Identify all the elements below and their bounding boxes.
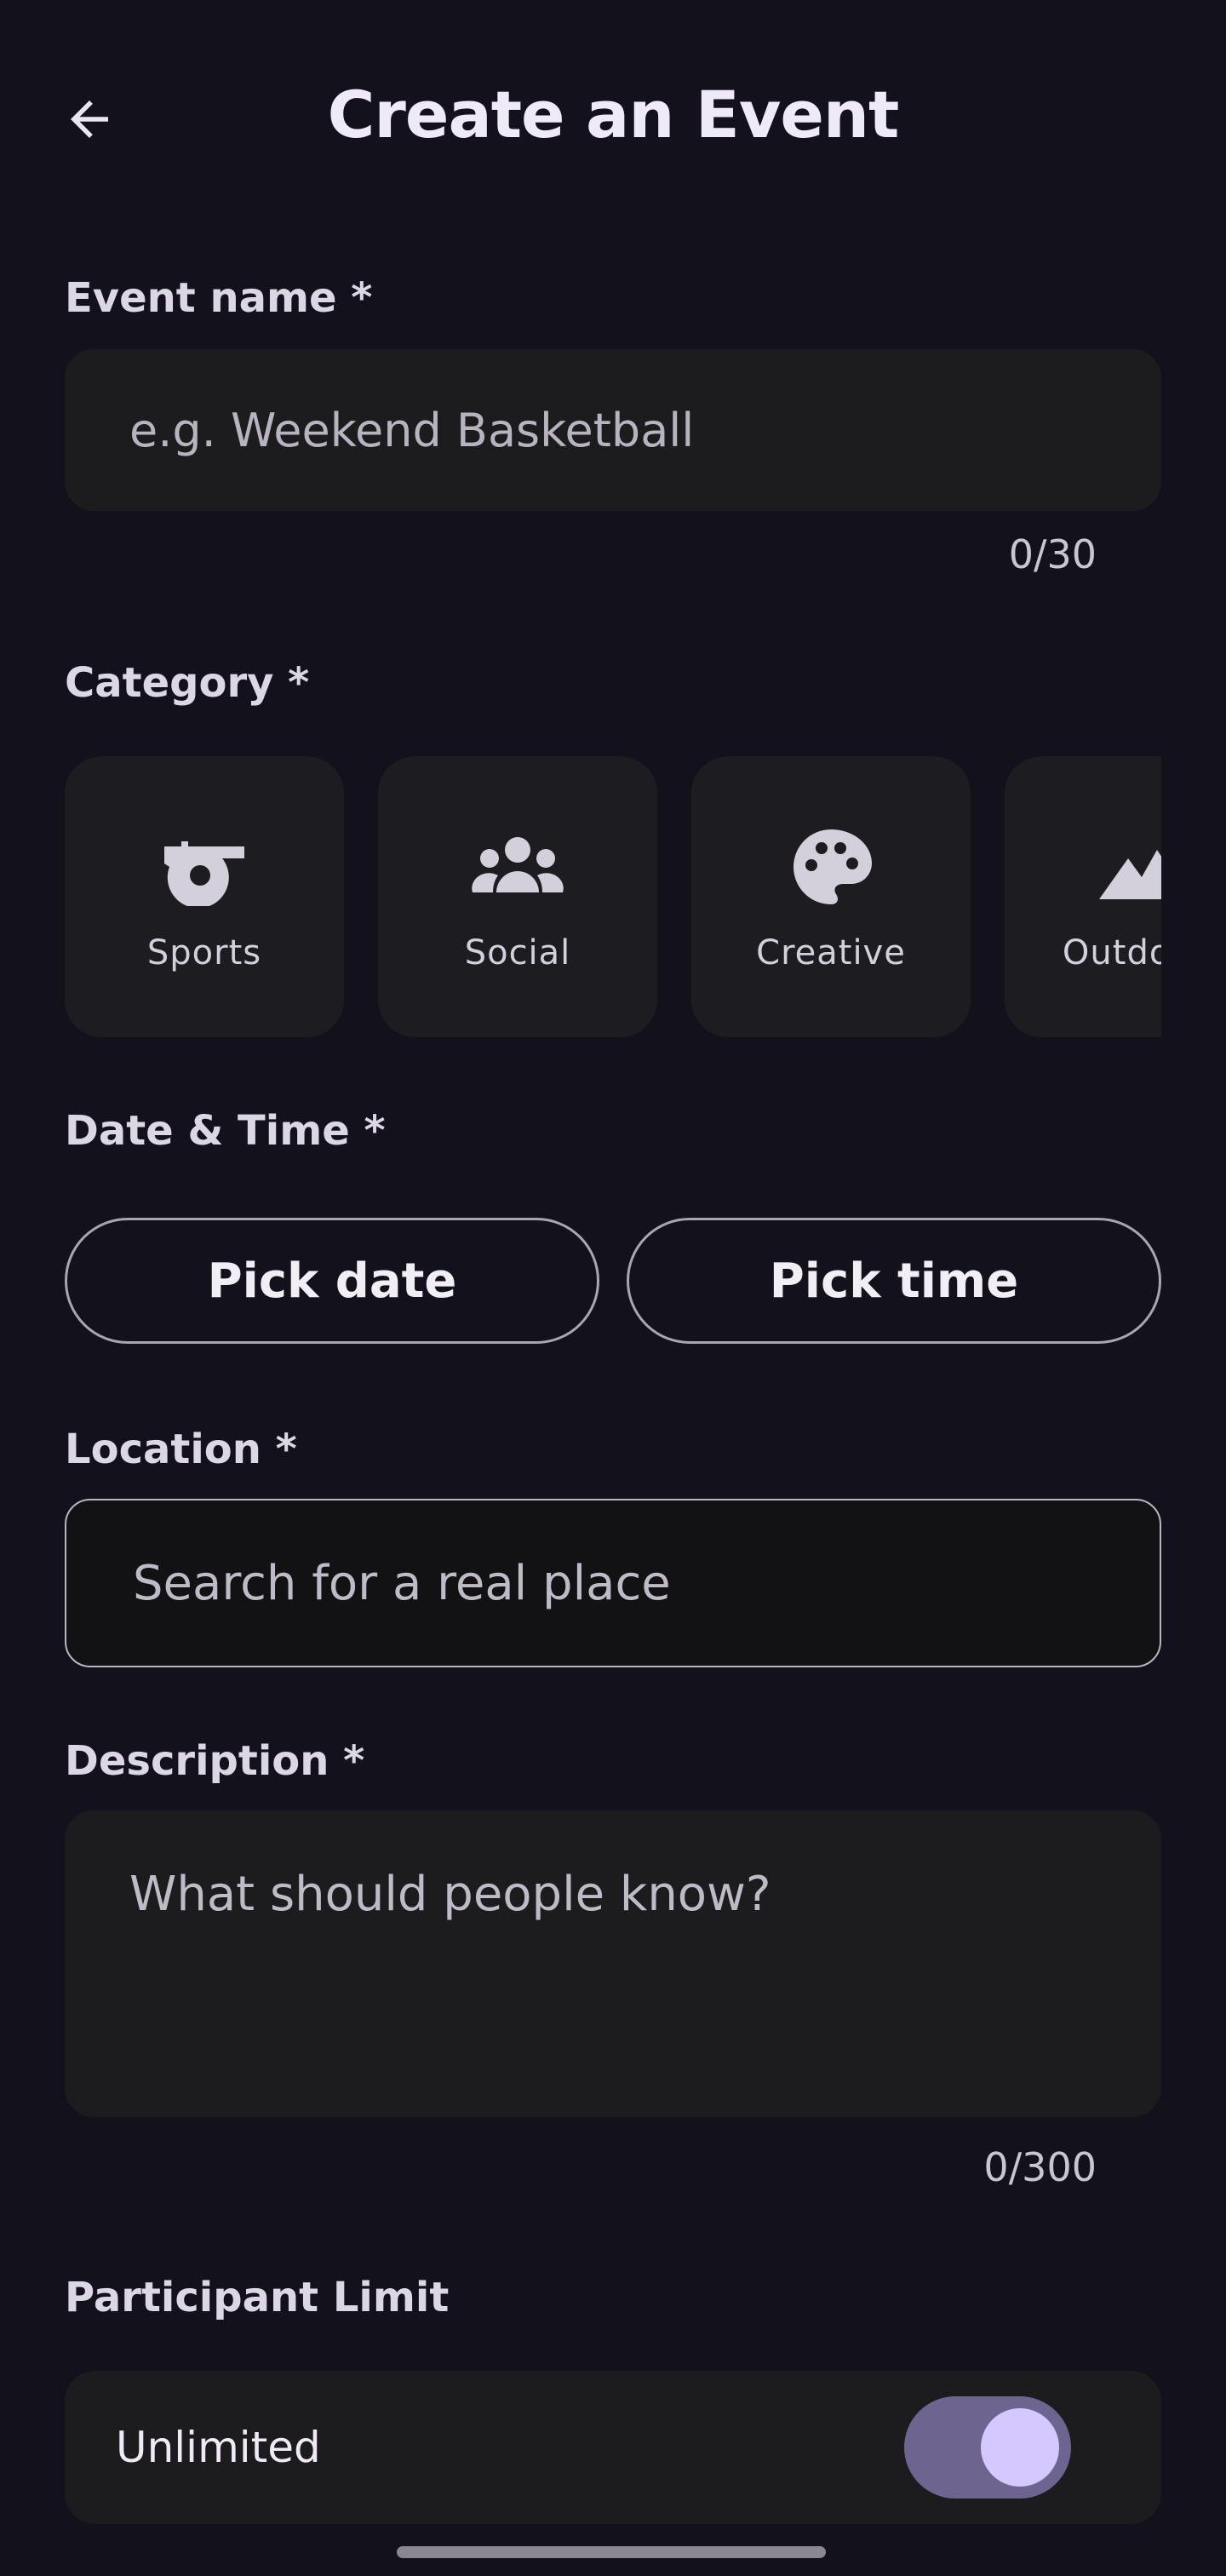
description-input[interactable]: What should people know?	[65, 1810, 1161, 2117]
location-search-input[interactable]: Search for a real place	[65, 1499, 1161, 1667]
page-title: Create an Event	[327, 77, 900, 152]
location-label: Location *	[65, 1426, 297, 1473]
category-chip-list[interactable]: Sports Social Creative Outdo	[65, 756, 1161, 1037]
event-name-label: Event name *	[65, 274, 373, 322]
category-chip-creative[interactable]: Creative	[691, 756, 971, 1037]
unlimited-row[interactable]: Unlimited	[65, 2371, 1161, 2524]
event-name-placeholder: e.g. Weekend Basketball	[129, 403, 695, 457]
description-placeholder: What should people know?	[129, 1867, 771, 1922]
location-placeholder: Search for a real place	[133, 1555, 671, 1611]
pick-time-button[interactable]: Pick time	[627, 1218, 1161, 1344]
category-chip-outdoors[interactable]: Outdoors	[1005, 756, 1161, 1037]
toggle-knob	[981, 2408, 1059, 2487]
create-event-screen: Create an Event Event name * e.g. Weeken…	[0, 0, 1226, 2576]
description-counter: 0/300	[983, 2144, 1097, 2190]
whistle-icon	[164, 841, 244, 906]
event-name-counter: 0/30	[1008, 531, 1097, 577]
category-chip-label: Outdoors	[1062, 933, 1161, 972]
event-name-input[interactable]: e.g. Weekend Basketball	[65, 349, 1161, 511]
unlimited-toggle[interactable]	[904, 2396, 1071, 2499]
description-label: Description *	[65, 1737, 365, 1785]
category-chip-sports[interactable]: Sports	[65, 756, 344, 1037]
category-chip-label: Sports	[146, 933, 262, 972]
mountain-icon	[1099, 850, 1161, 899]
category-chip-label: Creative	[756, 933, 906, 972]
participant-limit-label: Participant Limit	[65, 2274, 450, 2321]
category-chip-social[interactable]: Social	[378, 756, 657, 1037]
pick-date-button[interactable]: Pick date	[65, 1218, 599, 1344]
datetime-label: Date & Time *	[65, 1107, 386, 1155]
category-label: Category *	[65, 659, 310, 707]
home-indicator	[397, 2546, 826, 2558]
category-chip-label: Social	[464, 933, 571, 972]
palette-icon	[793, 829, 872, 904]
people-group-icon	[472, 837, 564, 892]
unlimited-label: Unlimited	[116, 2423, 321, 2472]
